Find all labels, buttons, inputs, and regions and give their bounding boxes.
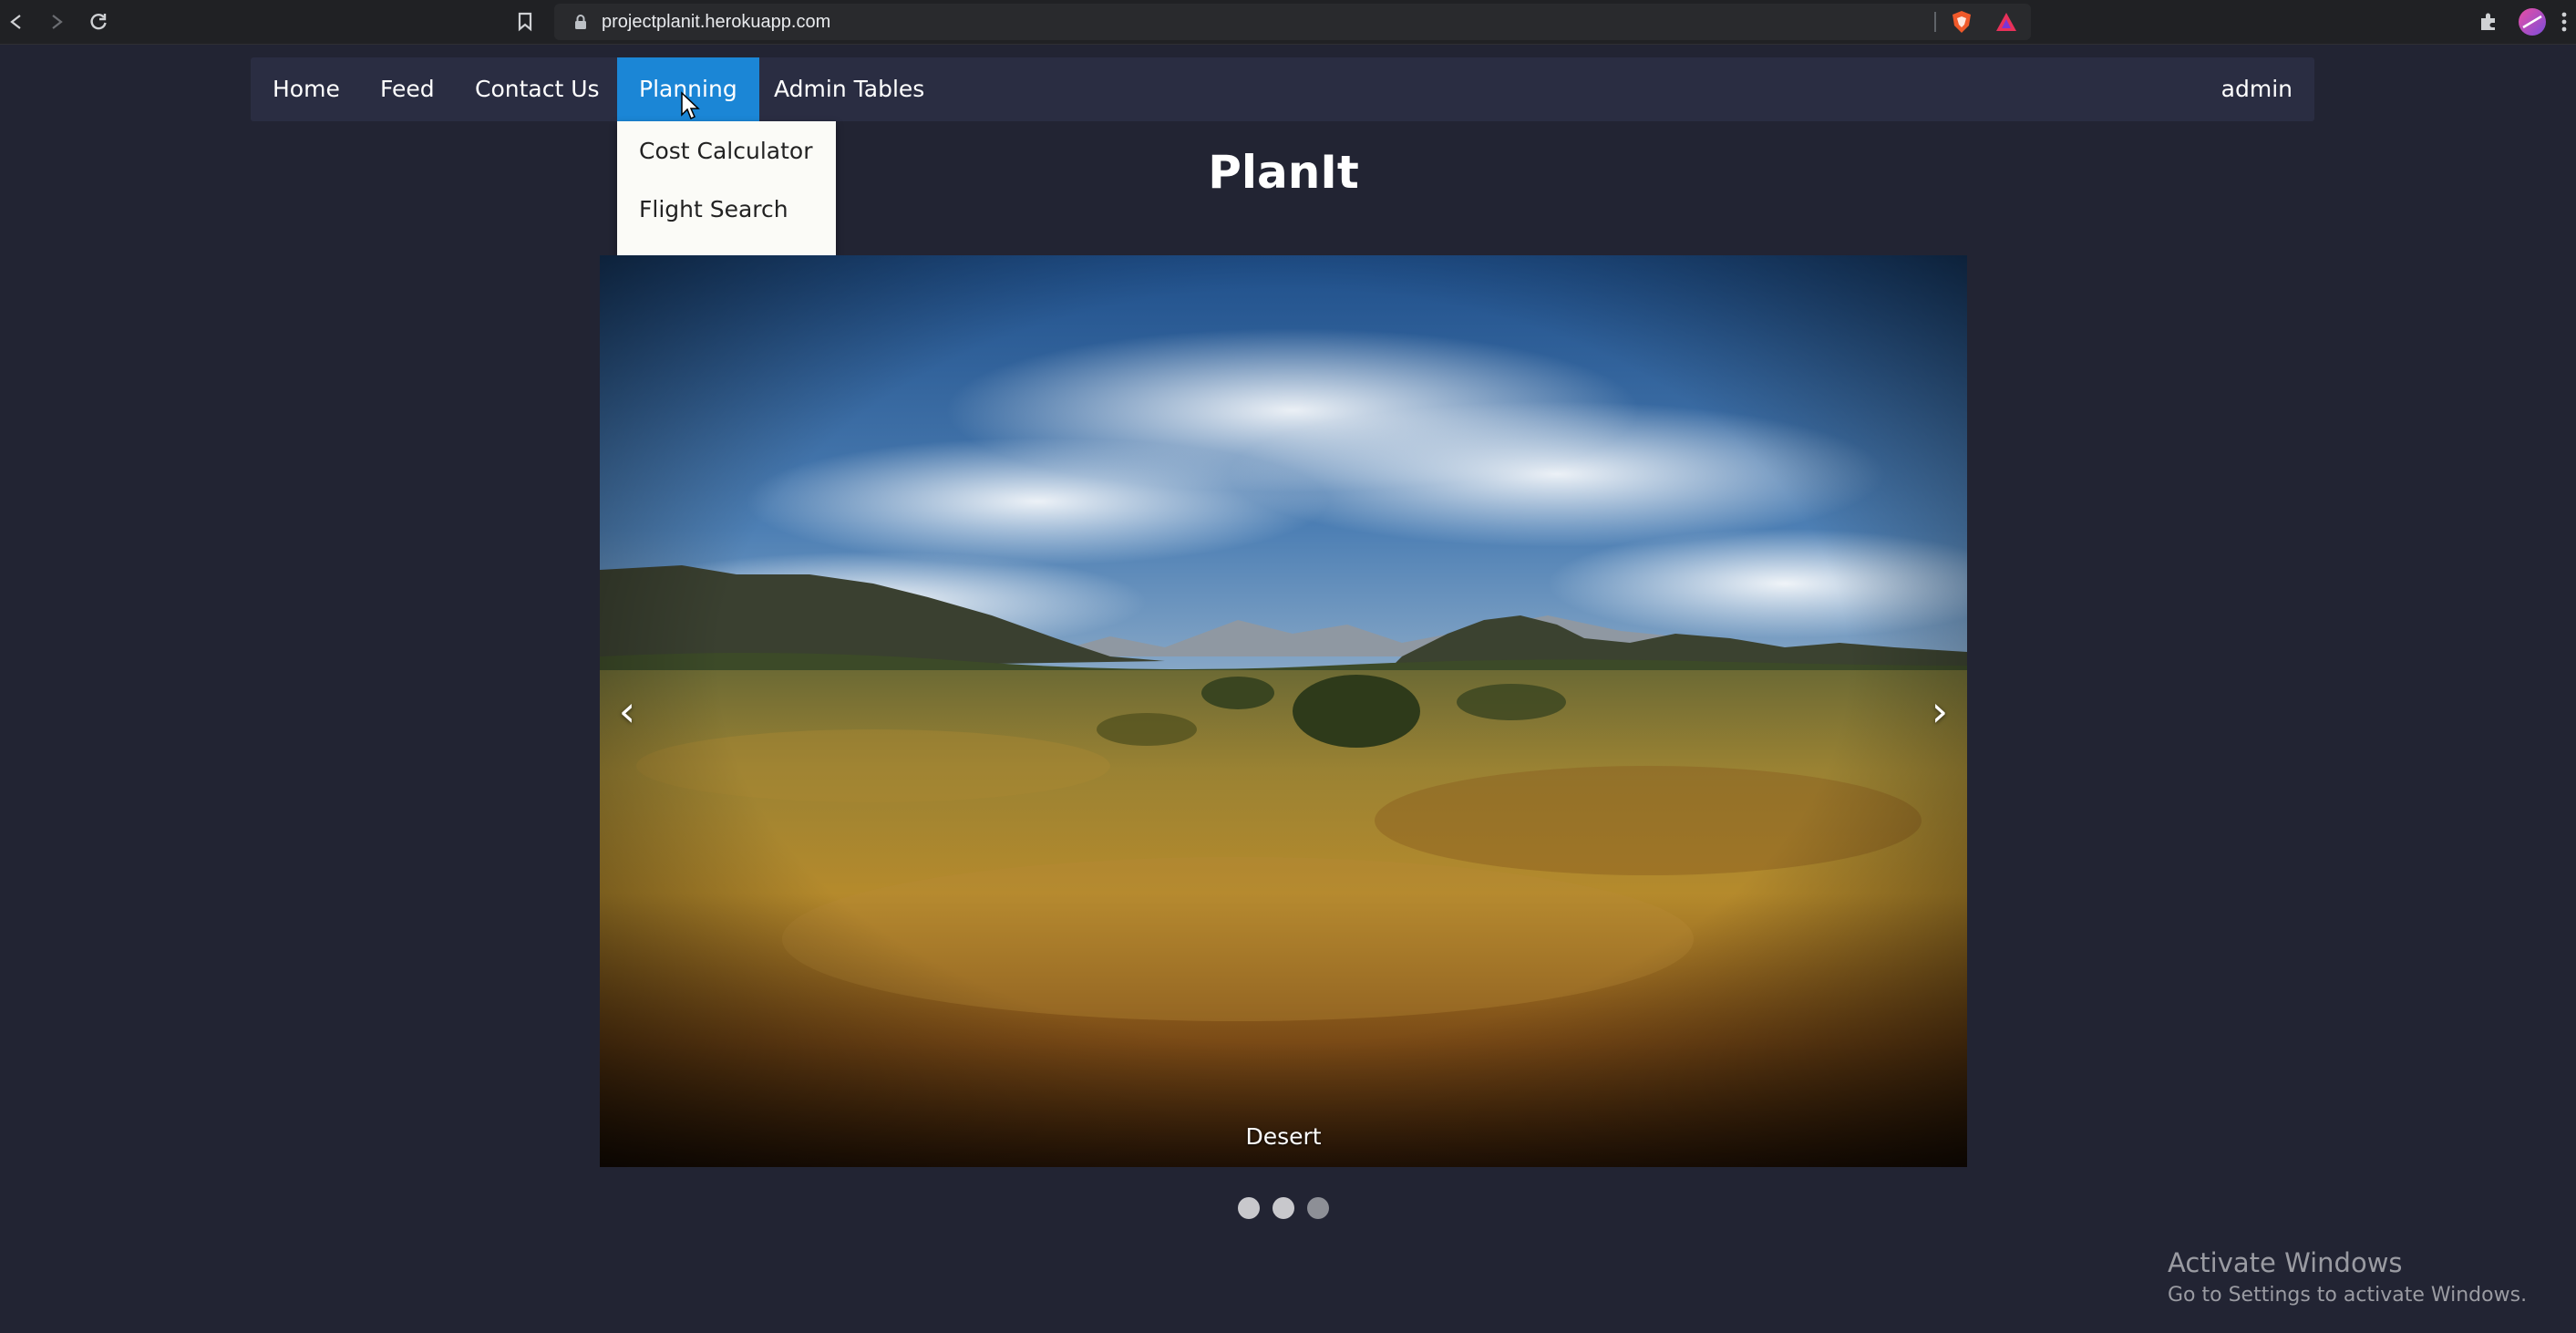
url-separator [1934, 12, 1936, 32]
extensions-icon[interactable] [2472, 5, 2505, 38]
image-carousel: ‹ › Desert [600, 255, 1967, 1167]
carousel-indicator-2[interactable] [1273, 1197, 1294, 1219]
nav-user-admin[interactable]: admin [2200, 57, 2314, 121]
profile-avatar[interactable] [2516, 5, 2549, 38]
carousel-prev-button[interactable]: ‹ [600, 684, 654, 739]
activate-windows-title: Activate Windows [2168, 1247, 2403, 1278]
menu-icon[interactable] [2552, 5, 2576, 38]
nav-feed[interactable]: Feed [358, 57, 457, 121]
reload-icon[interactable] [82, 5, 115, 38]
browser-toolbar: projectplanit.herokuapp.com [0, 0, 2576, 45]
lock-icon [574, 15, 587, 34]
bookmark-icon[interactable] [509, 5, 541, 38]
main-navbar: Home Feed Contact Us Planning Admin Tabl… [251, 57, 2314, 121]
carousel-next-button[interactable]: › [1912, 684, 1967, 739]
carousel-caption: Desert [1245, 1123, 1322, 1150]
url-text: projectplanit.herokuapp.com [602, 12, 831, 32]
activate-windows-subtitle: Go to Settings to activate Windows. [2168, 1284, 2528, 1307]
nav-home[interactable]: Home [251, 57, 362, 121]
page-title: PlanIt [1208, 146, 1359, 199]
carousel-indicator-3[interactable] [1307, 1197, 1329, 1219]
address-bar[interactable]: projectplanit.herokuapp.com [554, 4, 2031, 40]
brave-rewards-icon[interactable] [1994, 11, 2018, 36]
mouse-cursor-icon [681, 91, 700, 120]
activate-windows-watermark: Activate Windows Go to Settings to activ… [2168, 1247, 2527, 1307]
desert-landscape-image [600, 255, 1967, 1167]
brave-shield-icon[interactable] [1949, 9, 1974, 38]
back-icon[interactable] [0, 5, 33, 38]
nav-admin-tables[interactable]: Admin Tables [752, 57, 946, 121]
nav-contact-us[interactable]: Contact Us [453, 57, 622, 121]
forward-icon[interactable] [40, 5, 73, 38]
carousel-indicator-1[interactable] [1238, 1197, 1260, 1219]
